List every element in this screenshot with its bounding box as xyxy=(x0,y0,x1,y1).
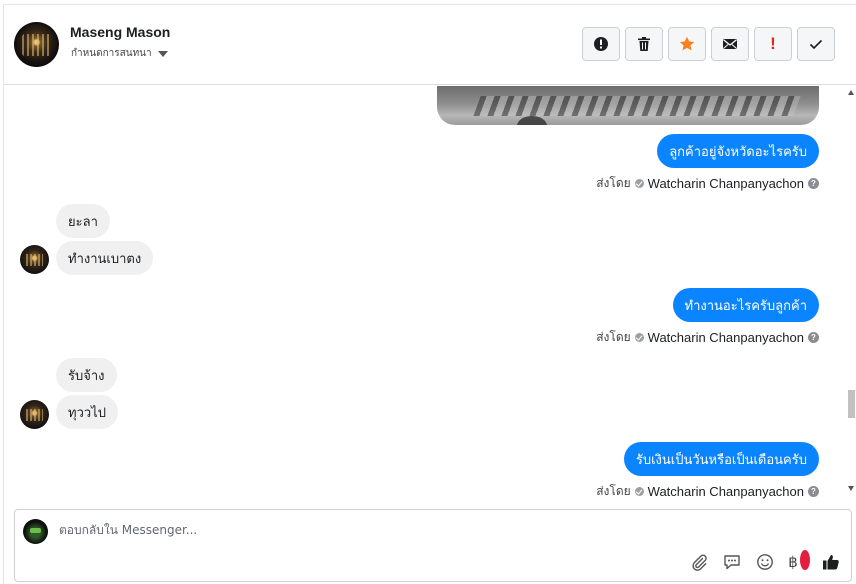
sent-by-line: ส่งโดย Watcharin Chanpanyachon ? xyxy=(596,482,819,501)
notification-dot xyxy=(800,550,810,570)
saved-reply-button[interactable] xyxy=(722,552,742,572)
outgoing-message[interactable]: ทำงานอะไรครับลูกค้า xyxy=(672,288,819,322)
scrollbar-thumb[interactable] xyxy=(848,390,855,418)
help-icon[interactable]: ? xyxy=(808,486,819,497)
sent-by-line: ส่งโดย Watcharin Chanpanyachon ? xyxy=(596,174,819,193)
envelope-icon xyxy=(723,39,737,49)
paperclip-icon xyxy=(692,554,707,571)
conversation-header: Maseng Mason กำหนดการสนทนา ! xyxy=(4,4,856,85)
emoji-icon xyxy=(757,554,773,570)
payment-button[interactable]: ฿ xyxy=(788,550,810,572)
baht-payment-icon: ฿ xyxy=(788,553,798,571)
check-circle-icon xyxy=(634,333,644,342)
sent-by-prefix: ส่งโดย xyxy=(596,176,631,190)
trash-icon xyxy=(638,37,650,51)
check-circle-icon xyxy=(634,487,644,496)
incoming-message[interactable]: รับจ้าง xyxy=(56,358,117,392)
contact-name[interactable]: Maseng Mason xyxy=(70,24,170,40)
conversation-actions: ! xyxy=(582,27,835,61)
thumbs-up-icon xyxy=(823,555,839,570)
sent-by-prefix: ส่งโดย xyxy=(596,330,631,344)
check-circle-icon xyxy=(634,179,644,188)
delete-button[interactable] xyxy=(625,27,663,61)
composer-tools: ฿ xyxy=(689,550,841,572)
reply-composer: ฿ xyxy=(14,509,852,582)
assign-conversation-label: กำหนดการสนทนา xyxy=(71,48,152,59)
caret-down-icon xyxy=(157,50,168,57)
sent-by-line: ส่งโดย Watcharin Chanpanyachon ? xyxy=(596,328,819,347)
star-button[interactable] xyxy=(668,27,706,61)
messages-scrollbar[interactable] xyxy=(847,86,856,496)
help-icon[interactable]: ? xyxy=(808,178,819,189)
scroll-down-arrow-icon[interactable] xyxy=(848,486,854,491)
incoming-message[interactable]: ยะลา xyxy=(56,204,110,238)
mark-done-button[interactable] xyxy=(797,27,835,61)
inbox-conversation: Maseng Mason กำหนดการสนทนา ! ลูกค้าอยู่จ… xyxy=(0,0,856,584)
outgoing-message[interactable]: รับเงินเป็นวันหรือเป็นเดือนครับ xyxy=(623,442,819,476)
reply-input[interactable] xyxy=(59,523,759,537)
help-icon[interactable]: ? xyxy=(808,332,819,343)
page-avatar xyxy=(23,519,48,544)
contact-avatar-small[interactable] xyxy=(20,245,49,274)
sender-name[interactable]: Watcharin Chanpanyachon xyxy=(648,330,804,345)
panel-divider xyxy=(3,4,4,584)
mark-unread-button[interactable] xyxy=(711,27,749,61)
saved-reply-icon xyxy=(724,555,740,570)
like-button[interactable] xyxy=(821,552,841,572)
star-icon xyxy=(679,36,695,51)
exclamation-icon: ! xyxy=(770,34,776,53)
image-attachment[interactable] xyxy=(437,86,819,125)
alert-circle-icon xyxy=(594,37,608,51)
outgoing-message[interactable]: ลูกค้าอยู่จังหวัดอะไรครับ xyxy=(657,134,819,168)
attach-button[interactable] xyxy=(689,552,709,572)
incoming-message[interactable]: ทุววไป xyxy=(56,395,118,429)
sent-by-prefix: ส่งโดย xyxy=(596,484,631,498)
assign-conversation-dropdown[interactable]: กำหนดการสนทนา xyxy=(71,46,168,61)
contact-avatar[interactable] xyxy=(14,22,59,67)
emoji-button[interactable] xyxy=(755,552,775,572)
incoming-message[interactable]: ทำงานเบาตง xyxy=(56,241,154,275)
info-button[interactable] xyxy=(582,27,620,61)
scroll-up-arrow-icon[interactable] xyxy=(848,90,854,95)
sender-name[interactable]: Watcharin Chanpanyachon xyxy=(648,176,804,191)
sender-name[interactable]: Watcharin Chanpanyachon xyxy=(648,484,804,499)
check-icon xyxy=(809,39,823,50)
contact-avatar-small[interactable] xyxy=(20,400,49,429)
mark-spam-button[interactable]: ! xyxy=(754,27,792,61)
